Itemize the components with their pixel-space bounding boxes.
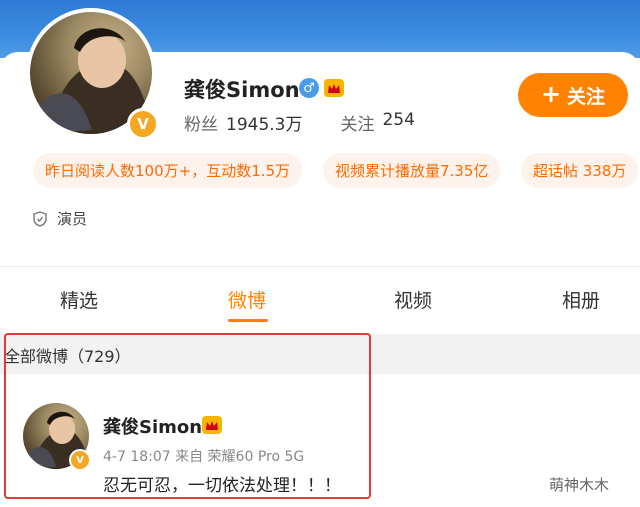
fans-label: 粉丝: [184, 115, 218, 135]
highlight-box: [4, 333, 371, 499]
chip-supertopic[interactable]: 超话帖 338万: [521, 153, 639, 188]
tab-albums[interactable]: 相册: [562, 286, 600, 313]
verified-badge-icon: V: [127, 108, 159, 140]
profile-name: 龚俊Simon: [184, 78, 300, 102]
chip-reads[interactable]: 昨日阅读人数100万+，互动数1.5万: [33, 153, 303, 188]
profile-stats: 粉丝 1945.3万 关注 254: [184, 110, 415, 135]
role-label: 演员: [57, 210, 88, 228]
active-tab-indicator: [228, 319, 268, 322]
follow-button-label: 关注: [567, 85, 606, 108]
shield-icon: [33, 210, 47, 227]
chip-video-plays[interactable]: 视频累计播放量7.35亿: [323, 153, 501, 188]
following-count[interactable]: 254: [382, 110, 414, 135]
tab-weibo[interactable]: 微博: [228, 286, 266, 313]
profile-role: 演员: [33, 208, 87, 229]
plus-icon: +: [540, 80, 562, 108]
watermark: 萌神木木: [549, 476, 610, 494]
tab-videos[interactable]: 视频: [394, 286, 432, 313]
male-gender-icon: ♂: [299, 78, 319, 98]
divider: [0, 266, 640, 267]
profile-avatar[interactable]: V: [26, 8, 159, 140]
follow-button[interactable]: + 关注: [518, 73, 628, 117]
crown-icon: [324, 79, 344, 97]
following-label: 关注: [340, 115, 375, 135]
fans-count[interactable]: 1945.3万: [226, 110, 302, 135]
tab-featured[interactable]: 精选: [60, 286, 98, 313]
